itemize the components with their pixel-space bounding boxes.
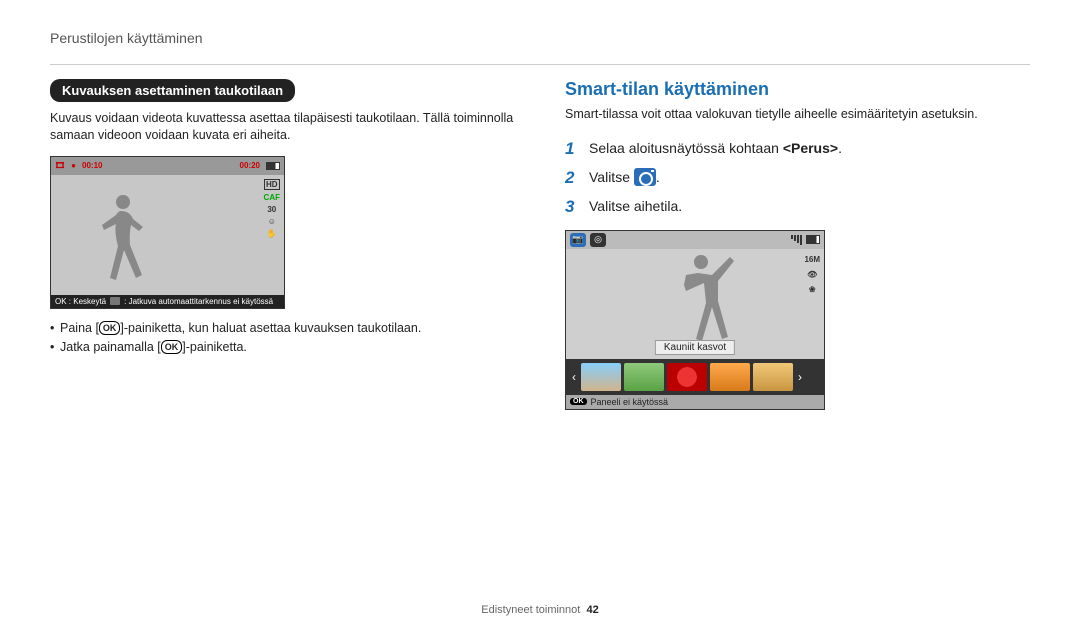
t: ]-painiketta, kun haluat asettaa kuvauks… bbox=[120, 321, 421, 335]
t: . bbox=[838, 140, 842, 156]
camcorder-bottombar: OK : Keskeytä : Jatkuva automaattitarken… bbox=[51, 295, 284, 308]
step-number: 1 bbox=[565, 135, 579, 164]
battery-icon bbox=[266, 162, 280, 170]
step-3: 3 Valitse aihetila. bbox=[565, 193, 1030, 222]
dancer-silhouette bbox=[666, 251, 736, 341]
af-hint: : Jatkuva automaattitarkennus ei käytöss… bbox=[124, 297, 273, 306]
step-text: Valitse . bbox=[589, 166, 1030, 190]
left-section-title: Kuvauksen asettaminen taukotilaan bbox=[50, 79, 295, 102]
footer-section: Edistyneet toiminnot bbox=[481, 604, 580, 616]
stabilize-icon: ✋ bbox=[267, 229, 277, 238]
smart-mode-intro: Smart-tilassa voit ottaa valokuvan tiety… bbox=[565, 106, 1030, 123]
content-columns: Kuvauksen asettaminen taukotilaan Kuvaus… bbox=[50, 79, 1030, 410]
bullet-resume: Jatka painamalla [OK]-painiketta. bbox=[50, 338, 515, 357]
footer-page-number: 42 bbox=[586, 604, 598, 616]
camcorder-preview: 🎞 ● 00:10 00:20 HD CAF 30 ☺ ✋ bbox=[50, 156, 285, 309]
panel-hint: Paneeli ei käytössä bbox=[591, 397, 669, 407]
smart-mode-icon bbox=[634, 168, 656, 186]
signal-icon bbox=[791, 235, 802, 245]
scene-thumb[interactable] bbox=[710, 363, 750, 391]
page-breadcrumb: Perustilojen käyttäminen bbox=[50, 30, 1030, 46]
scene-thumb[interactable] bbox=[667, 363, 707, 391]
mode-scene-icon: ◎ bbox=[590, 233, 606, 247]
step-number: 2 bbox=[565, 164, 579, 193]
divider bbox=[50, 64, 1030, 65]
t: . bbox=[656, 169, 660, 185]
rec-time-elapsed: 00:10 bbox=[82, 161, 102, 170]
rec-dot-icon: ● bbox=[71, 161, 76, 170]
smart-bottombar: OK Paneeli ei käytössä bbox=[566, 395, 824, 409]
skater-silhouette bbox=[93, 189, 153, 289]
step-text: Valitse aihetila. bbox=[589, 195, 1030, 219]
chevron-left-icon[interactable]: ‹ bbox=[570, 370, 578, 384]
flower-icon bbox=[110, 297, 120, 305]
hd-icon: HD bbox=[264, 179, 280, 190]
step-2: 2 Valitse . bbox=[565, 164, 1030, 193]
step-1: 1 Selaa aloitusnäytössä kohtaan <Perus>. bbox=[565, 135, 1030, 164]
resolution-icon: 16M bbox=[804, 255, 820, 264]
flower-macro-icon: ❀ bbox=[804, 285, 820, 294]
camcorder-viewport: HD CAF 30 ☺ ✋ bbox=[51, 175, 284, 295]
ok-key-icon: OK bbox=[161, 340, 183, 354]
smart-side-icons: 16M 👁 ❀ bbox=[804, 255, 820, 294]
page-footer: Edistyneet toiminnot 42 bbox=[0, 604, 1080, 616]
mode-camera-icon: 📷 bbox=[570, 233, 586, 247]
t: Jatka painamalla [ bbox=[60, 340, 161, 354]
fps-icon: 30 bbox=[267, 205, 276, 214]
step-text: Selaa aloitusnäytössä kohtaan <Perus>. bbox=[589, 137, 1030, 161]
face-icon: ☺ bbox=[268, 217, 276, 226]
film-icon: 🎞 bbox=[55, 161, 65, 170]
t: Selaa aloitusnäytössä kohtaan bbox=[589, 140, 783, 156]
scene-thumb[interactable] bbox=[753, 363, 793, 391]
camcorder-topbar: 🎞 ● 00:10 00:20 bbox=[51, 157, 284, 175]
camcorder-right-icons: HD CAF 30 ☺ ✋ bbox=[264, 179, 280, 238]
bullet-pause: Paina [OK]-painiketta, kun haluat asetta… bbox=[50, 319, 515, 338]
steps-list: 1 Selaa aloitusnäytössä kohtaan <Perus>.… bbox=[565, 135, 1030, 222]
left-bullets: Paina [OK]-painiketta, kun haluat asetta… bbox=[50, 319, 515, 357]
chevron-right-icon[interactable]: › bbox=[796, 370, 804, 384]
left-column: Kuvauksen asettaminen taukotilaan Kuvaus… bbox=[50, 79, 515, 410]
left-intro: Kuvaus voidaan videota kuvattessa asetta… bbox=[50, 110, 515, 144]
ok-badge-icon: OK bbox=[570, 398, 587, 405]
perus-keyword: <Perus> bbox=[783, 140, 838, 156]
eye-icon: 👁 bbox=[804, 270, 820, 279]
smart-topbar: 📷 ◎ bbox=[566, 231, 824, 249]
scene-thumb-row: ‹ › bbox=[566, 359, 824, 395]
ok-key-icon: OK bbox=[99, 321, 121, 335]
scene-label: Kauniit kasvot bbox=[655, 340, 735, 355]
battery-icon bbox=[806, 235, 820, 244]
t: ]-painiketta. bbox=[182, 340, 247, 354]
smart-mode-preview: 📷 ◎ 16M 👁 ❀ Kauniit kasvot ‹ bbox=[565, 230, 825, 410]
right-column: Smart-tilan käyttäminen Smart-tilassa vo… bbox=[565, 79, 1030, 410]
smart-mode-title: Smart-tilan käyttäminen bbox=[565, 79, 1030, 100]
t: Paina [ bbox=[60, 321, 99, 335]
scene-thumb[interactable] bbox=[581, 363, 621, 391]
rec-time-remaining: 00:20 bbox=[240, 161, 260, 170]
scene-thumb[interactable] bbox=[624, 363, 664, 391]
smart-viewport: 16M 👁 ❀ Kauniit kasvot bbox=[566, 249, 824, 359]
step-number: 3 bbox=[565, 193, 579, 222]
t: Valitse bbox=[589, 169, 634, 185]
caf-icon: CAF bbox=[264, 193, 280, 202]
ok-hint-label: OK : Keskeytä bbox=[55, 297, 106, 306]
